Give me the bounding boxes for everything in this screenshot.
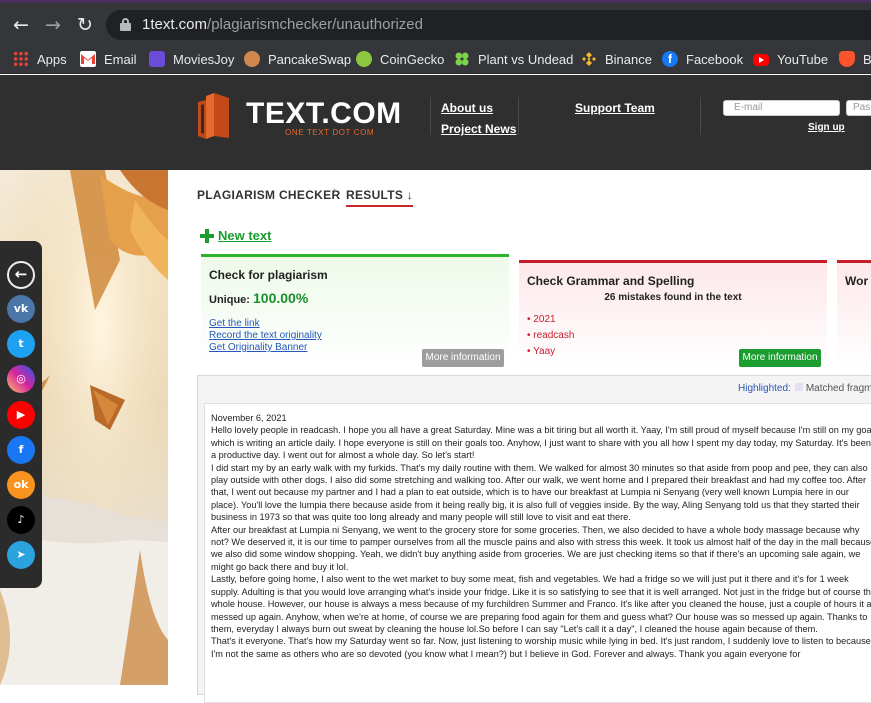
bookmark-binance[interactable]: Binance [581,48,652,70]
text-paragraph: That's it everyone. That's how my Saturd… [211,636,871,659]
bookmark-label: Facebook [686,51,744,67]
binance-icon [581,51,597,67]
unique-label: Unique: [209,294,250,306]
card-title: Wor [845,274,869,288]
bookmark-label: PancakeSwap [268,51,352,67]
brave-icon [839,51,855,67]
get-link[interactable]: Get the link [209,318,260,329]
bookmark-label: YouTube [777,51,829,67]
bookmark-apps[interactable]: Apps [13,48,67,70]
tiktok-icon[interactable]: ♪ [7,506,35,534]
pancakeswap-icon [244,51,260,67]
more-information-button[interactable]: More information [739,349,821,367]
bookmark-label: MoviesJoy [173,51,235,67]
clover-icon [454,51,470,67]
about-us-link[interactable]: About us [441,101,493,115]
text-paragraph: Hello lovely people in readcash. I hope … [211,425,871,461]
facebook-icon[interactable]: f [7,436,35,464]
plagiarism-card: Check for plagiarism Unique: 100.00% Get… [201,254,509,367]
matched-swatch [794,383,803,391]
reload-icon[interactable]: ↻ [74,14,96,36]
bookmark-email[interactable]: Email [80,48,137,70]
uniqueness-score: Unique: 100.00% [209,290,308,306]
lock-icon[interactable] [120,18,131,31]
matched-fragments-label: Matched fragme [805,383,871,394]
bookmark-label: Apps [37,51,67,67]
record-originality-link[interactable]: Record the text originality [209,330,322,341]
breadcrumb-separator: › [333,185,337,197]
telegram-icon[interactable]: ➤ [7,541,35,569]
new-text-label: New text [218,228,272,243]
vk-icon[interactable]: vk [7,295,35,323]
bookmark-plant-vs-undead[interactable]: Plant vs Undead [454,48,573,70]
bookmark-moviesjoy[interactable]: MoviesJoy [149,48,234,70]
password-field[interactable]: Pas [846,100,871,116]
new-text-button[interactable]: New text [200,228,271,243]
bookmark-label: Binance [605,51,652,67]
site-header: TEXT.COM ONE TEXT DOT COM About us Proje… [0,75,871,170]
bookmarks-bar: Apps Email MoviesJoy PancakeSwap CoinGec… [0,44,871,74]
originality-banner-link[interactable]: Get Originality Banner [209,342,307,353]
facebook-icon: f [662,51,678,67]
more-information-button[interactable]: More information [422,349,504,367]
odnoklassniki-icon[interactable]: ok [7,471,35,499]
url-path: /plagiarismchecker/unauthorized [207,16,423,33]
text-paragraph: After our breakfast at Lumpia ni Senyang… [211,524,871,572]
bookmark-label: CoinGecko [380,51,445,67]
url-text[interactable]: 1text.com/plagiarismchecker/unauthorized [142,16,423,33]
header-divider [518,97,519,135]
header-divider [700,97,701,135]
email-field[interactable]: E-mail [723,100,840,116]
highlighted-label: Highlighted: [738,383,791,394]
checked-text-area[interactable]: November 6, 2021 Hello lovely people in … [204,403,871,703]
highlight-legend: Highlighted: Matched fragme [738,383,871,394]
browser-toolbar: ← → ↻ 1text.com/plagiarismchecker/unauth… [0,0,871,44]
support-team-link[interactable]: Support Team [575,101,655,115]
logo-icon[interactable] [196,92,230,139]
mistake-item[interactable]: • Yaay [527,346,555,357]
mistakes-summary: 26 mistakes found in the text [604,292,742,303]
logo-subtitle: ONE TEXT DOT COM [285,128,375,137]
bookmark-brave[interactable]: Be [839,48,871,70]
results-panel: Highlighted: Matched fragme November 6, 2… [197,375,871,703]
sign-up-link[interactable]: Sign up [808,122,845,133]
gmail-icon [80,51,96,67]
mistake-item[interactable]: • 2021 [527,314,556,325]
url-host: 1text.com [142,16,208,33]
bookmark-label: Be [863,51,871,67]
instagram-icon[interactable]: ◎ [7,365,35,393]
apps-grid-icon [13,51,29,67]
text-paragraph: I did start my by an early walk with my … [211,462,868,523]
forward-arrow-icon[interactable]: → [42,14,64,36]
bookmark-label: Plant vs Undead [478,51,574,67]
breadcrumb-plagiarism-checker[interactable]: PLAGIARISM CHECKER [197,188,340,202]
twitter-icon[interactable]: t [7,330,35,358]
text-paragraph: Lastly, before going home, I also went t… [211,574,871,634]
bookmark-facebook[interactable]: f Facebook [662,48,743,70]
card-title: Check for plagiarism [209,268,328,282]
youtube-icon[interactable]: ▶ [7,401,35,429]
coingecko-icon [356,51,372,67]
back-circle-icon[interactable]: ← [7,261,35,289]
back-arrow-icon[interactable]: ← [10,14,32,36]
bookmark-pancakeswap[interactable]: PancakeSwap [244,48,351,70]
social-share-sidebar: ← vk t ◎ ▶ f ok ♪ ➤ [0,241,42,588]
header-divider [430,97,431,135]
breadcrumb-results[interactable]: RESULTS ↓ [346,188,414,207]
card-title: Check Grammar and Spelling [527,274,695,288]
unique-value: 100.00% [253,290,309,306]
project-news-link[interactable]: Project News [441,122,516,136]
address-bar[interactable]: 1text.com/plagiarismchecker/unauthorized [106,10,871,40]
text-paragraph: November 6, 2021 [211,413,287,423]
word-count-card: Wor [837,260,871,367]
youtube-icon [753,54,769,66]
mistake-item[interactable]: • readcash [527,330,574,341]
grammar-card: Check Grammar and Spelling 26 mistakes f… [519,260,827,367]
bookmark-coingecko[interactable]: CoinGecko [356,48,444,70]
moviesjoy-icon [149,51,165,67]
bookmark-label: Email [104,51,137,67]
logo-text[interactable]: TEXT.COM [246,97,402,131]
plus-icon [200,228,214,243]
bookmark-youtube[interactable]: YouTube [753,48,828,70]
